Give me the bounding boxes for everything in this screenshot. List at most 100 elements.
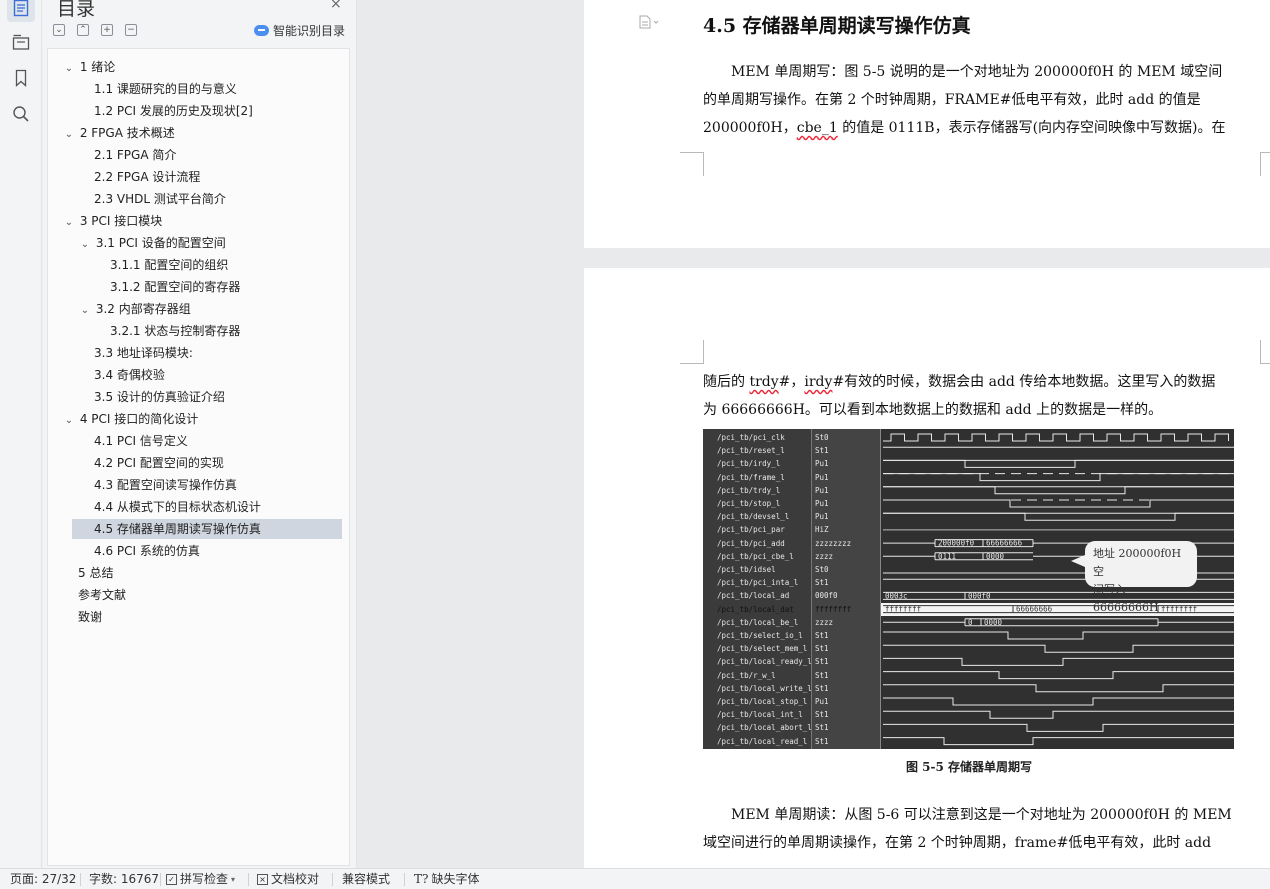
crop-mark: [680, 340, 704, 364]
wave-trace: [883, 459, 1234, 468]
toc-item[interactable]: 3.1.1 配置空间的组织: [110, 255, 228, 275]
signal-value: St1: [815, 723, 829, 733]
toc-icon[interactable]: [7, 0, 35, 22]
para1-line-1: MEM 单周期写：图 5-5 说明的是一个对地址为 200000f0H 的 ME…: [731, 64, 1223, 80]
figure-callout: 地址 200000f0H 空 间写入 66666666H: [1071, 541, 1197, 614]
toc-item[interactable]: 参考文献: [78, 585, 126, 605]
toc-item-label: 1.2 PCI 发展的历史及现状[2]: [94, 104, 253, 118]
wave-trace: [883, 723, 1234, 732]
close-icon[interactable]: ×: [330, 0, 342, 12]
spelling-underline[interactable]: cbe_1: [797, 120, 838, 136]
toc-item[interactable]: 1.2 PCI 发展的历史及现状[2]: [94, 101, 253, 121]
crop-mark: [1260, 152, 1270, 176]
chevron-down-icon[interactable]: ⌄: [62, 125, 76, 145]
toc-item[interactable]: 3.5 设计的仿真验证介绍: [94, 387, 225, 407]
signal-name: /pci_tb/idsel: [717, 565, 776, 574]
paragraph-mem-read: MEM 单周期读：从图 5-6 可以注意到这是一个对地址为 200000f0H …: [703, 801, 1259, 857]
toc-item[interactable]: 4.5 存储器单周期读写操作仿真: [72, 519, 342, 539]
toc-item[interactable]: 2.2 FPGA 设计流程: [94, 167, 200, 187]
toc-item[interactable]: ⌄ 2 FPGA 技术概述: [62, 123, 175, 143]
signal-name: /pci_tb/local_be_l: [717, 617, 799, 627]
spell-check-button[interactable]: ✓ 拼写检查 ▾: [166, 871, 235, 888]
para2-line-1: 随后的 trdy#，irdy#有效的时候，数据会由 add 传给本地数据。这里写…: [703, 374, 1216, 390]
signal-name: /pci_tb/pci_cbe_l: [717, 551, 794, 561]
toc-item[interactable]: 致谢: [78, 607, 102, 627]
divider: [404, 873, 405, 886]
spelling-underline[interactable]: trdy: [749, 374, 778, 390]
bus-value-label: 0003c: [885, 591, 908, 600]
toc-item[interactable]: 4.2 PCI 配置空间的实现: [94, 453, 224, 473]
word-count[interactable]: 字数: 16767: [89, 871, 159, 888]
add-item-icon[interactable]: +: [101, 24, 113, 36]
chevron-down-icon[interactable]: ⌄: [62, 213, 76, 233]
toc-item[interactable]: 4.6 PCI 系统的仿真: [94, 541, 200, 561]
wave-trace: [883, 684, 1234, 693]
page-27[interactable]: 随后的 trdy#，irdy#有效的时候，数据会由 add 传给本地数据。这里写…: [584, 268, 1270, 868]
toc-item[interactable]: 2.1 FPGA 简介: [94, 145, 176, 165]
expand-all-icon[interactable]: ⌃: [77, 24, 89, 36]
wave-trace: [883, 671, 1234, 680]
chevron-down-icon[interactable]: ⌄: [78, 235, 92, 255]
toc-item-label: 4.3 配置空间读写操作仿真: [94, 478, 237, 492]
bus-value-label: 66666666: [986, 539, 1023, 548]
collapse-all-icon[interactable]: ⌄: [53, 24, 65, 36]
smart-toc-button[interactable]: 智能识别目录: [254, 22, 345, 39]
bus-value-label: 0111: [938, 552, 956, 561]
wave-trace: [883, 710, 1234, 719]
signal-value: zzzz: [815, 617, 834, 627]
left-rail: [0, 0, 42, 868]
toc-item[interactable]: 3.4 奇偶校验: [94, 365, 165, 385]
remove-item-icon[interactable]: −: [125, 24, 137, 36]
toc-item-label: 5 总结: [78, 566, 114, 580]
toc-item-label: 4 PCI 接口的简化设计: [79, 412, 199, 426]
wave-trace: [883, 644, 1234, 653]
divider: [248, 873, 249, 886]
toc-item-label: 3 PCI 接口模块: [79, 214, 163, 228]
toc-item-label: 1 绪论: [79, 60, 116, 74]
toc-item[interactable]: 3.3 地址译码模块:: [94, 343, 193, 363]
bus-value-label: 0: [968, 618, 973, 627]
toc-item[interactable]: 5 总结: [78, 563, 113, 583]
chevron-down-icon[interactable]: ⌄: [78, 301, 92, 321]
toc-item[interactable]: ⌄ 4 PCI 接口的简化设计: [62, 409, 198, 429]
para2-line-2: 为 66666666H。可以看到本地数据上的数据和 add 上的数据是一样的。: [703, 402, 1163, 418]
chevron-down-icon[interactable]: ⌄: [62, 411, 76, 431]
toc-item[interactable]: ⌄ 3.1 PCI 设备的配置空间: [78, 233, 226, 253]
signal-name: /pci_tb/select_io_l: [717, 631, 803, 640]
toc-item[interactable]: 4.1 PCI 信号定义: [94, 431, 188, 451]
spelling-underline[interactable]: irdy: [804, 374, 832, 390]
toc-item[interactable]: 2.3 VHDL 测试平台简介: [94, 189, 226, 209]
bookmark-icon[interactable]: [7, 64, 35, 92]
para1-line-2: 的单周期写操作。在第 2 个时钟周期，FRAME#低电平有效，此时 add 的值…: [703, 92, 1201, 108]
status-bar: 页面: 27/32 字数: 16767 ✓ 拼写检查 ▾ × 文档校对 兼容模式…: [0, 868, 1270, 889]
toc-item-label: 1.1 课题研究的目的与意义: [94, 82, 237, 96]
toc-item[interactable]: 3.2.1 状态与控制寄存器: [110, 321, 240, 341]
signal-names-pane: /pci_tb/pci_clk/pci_tb/reset_l/pci_tb/ir…: [703, 429, 811, 749]
compat-mode[interactable]: 兼容模式: [342, 871, 390, 888]
toc-item[interactable]: 3.1.2 配置空间的寄存器: [110, 277, 240, 297]
missing-font-button[interactable]: T? 缺失字体: [414, 871, 479, 888]
toc-item[interactable]: 4.4 从模式下的目标状态机设计: [94, 497, 261, 517]
page-26[interactable]: 4.5 存储器单周期读写操作仿真 MEM 单周期写：图 5-5 说明的是一个对地…: [584, 0, 1270, 248]
toc-item[interactable]: ⌄ 3.2 内部寄存器组: [78, 299, 191, 319]
document-area[interactable]: 4.5 存储器单周期读写操作仿真 MEM 单周期写：图 5-5 说明的是一个对地…: [357, 0, 1270, 868]
signal-value: Pu1: [815, 459, 829, 469]
signal-value: St1: [815, 631, 829, 640]
doc-check-button[interactable]: × 文档校对: [257, 871, 319, 888]
paragraph-mem-write: MEM 单周期写：图 5-5 说明的是一个对地址为 200000f0H 的 ME…: [703, 58, 1259, 142]
page-indicator[interactable]: 页面: 27/32: [10, 871, 76, 888]
navigation-icon[interactable]: [7, 28, 35, 56]
paragraph-menu-icon[interactable]: [639, 15, 659, 29]
search-icon[interactable]: [7, 100, 35, 128]
toc-item[interactable]: ⌄ 1 绪论: [62, 57, 115, 77]
wave-trace: [883, 486, 1234, 495]
wave-trace: [883, 512, 1234, 521]
signal-value: 000f0: [815, 591, 838, 601]
wave-trace: [883, 697, 1234, 706]
toc-item[interactable]: ⌄ 3 PCI 接口模块: [62, 211, 162, 231]
signal-value: St1: [815, 446, 829, 456]
toc-item[interactable]: 1.1 课题研究的目的与意义: [94, 79, 237, 99]
chevron-down-icon[interactable]: ⌄: [62, 59, 76, 79]
toc-item[interactable]: 4.3 配置空间读写操作仿真: [94, 475, 237, 495]
bus-value-label: 200000f0: [938, 539, 975, 548]
